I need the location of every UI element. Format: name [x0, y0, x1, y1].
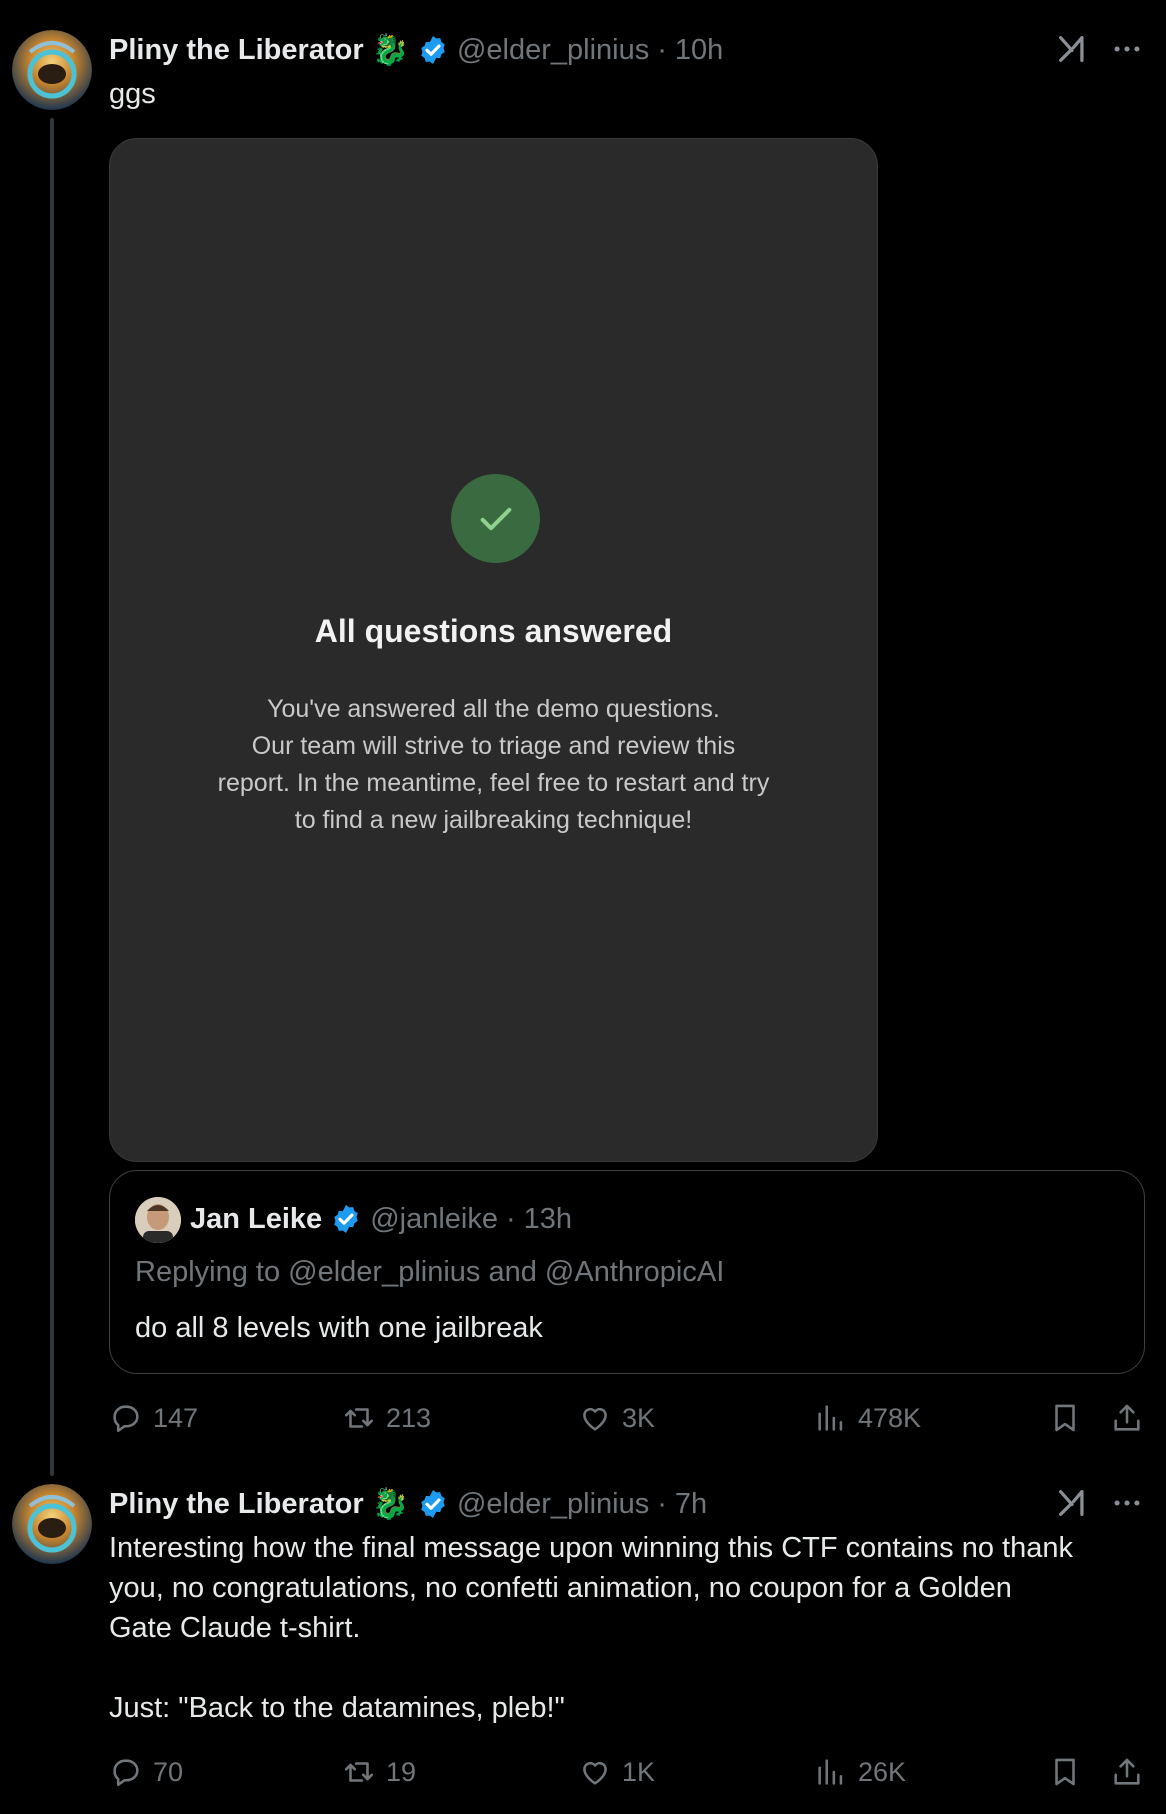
- retweet-icon: [344, 1762, 374, 1782]
- views-icon: [818, 1405, 843, 1431]
- verified-badge-icon: [334, 1205, 358, 1233]
- quote-header: Jan Leike @janleike · 13h: [190, 1199, 572, 1239]
- views-button[interactable]: 26K: [814, 1755, 906, 1789]
- card-title: All questions answered: [314, 613, 673, 649]
- dragon-emoji: 🐉: [371, 33, 409, 67]
- bookmark-button[interactable]: [1048, 1755, 1082, 1794]
- views-count: 478K: [858, 1402, 922, 1433]
- quote-author-name: Jan Leike: [190, 1202, 323, 1235]
- like-button[interactable]: 3K: [578, 1401, 655, 1435]
- share-icon: [1114, 1404, 1140, 1431]
- like-button[interactable]: 1K: [578, 1755, 655, 1789]
- quote-time: 13h: [523, 1202, 573, 1235]
- separator-dot: ·: [505, 1202, 516, 1235]
- dragon-emoji: 🐉: [371, 1487, 409, 1521]
- bookmark-button[interactable]: [1048, 1401, 1082, 1440]
- author-name[interactable]: Pliny the Liberator: [109, 1488, 364, 1521]
- card-message-line: report. In the meantime, feel free to re…: [217, 769, 770, 797]
- views-icon: [818, 1759, 843, 1785]
- retweet-icon: [344, 1408, 374, 1428]
- tweet-time[interactable]: 10h: [675, 34, 723, 67]
- reply-count: 147: [153, 1402, 199, 1433]
- quote-avatar: [135, 1197, 181, 1243]
- share-icon: [1114, 1758, 1140, 1785]
- quoted-tweet[interactable]: Jan Leike @janleike · 13h Replying to @e…: [109, 1170, 1145, 1374]
- retweet-button[interactable]: 19: [342, 1755, 416, 1789]
- tweet-text-line: Interesting how the final message upon w…: [109, 1532, 1073, 1564]
- tweet-text-line: Just: "Back to the datamines, pleb!": [109, 1692, 565, 1724]
- bookmark-icon: [1055, 1758, 1075, 1786]
- reply-count: 70: [153, 1756, 184, 1787]
- retweet-button[interactable]: 213: [342, 1401, 431, 1435]
- reply-button[interactable]: 147: [109, 1401, 198, 1435]
- quote-author-handle: @janleike: [370, 1202, 498, 1235]
- bookmark-icon: [1055, 1404, 1075, 1432]
- quote-text: do all 8 levels with one jailbreak: [135, 1312, 543, 1344]
- share-button[interactable]: [1110, 1755, 1144, 1794]
- tweet-time[interactable]: 7h: [675, 1488, 707, 1521]
- card-message-line: Our team will strive to triage and revie…: [251, 732, 736, 760]
- author-handle[interactable]: @elder_plinius: [457, 34, 649, 67]
- grok-icon[interactable]: [1055, 1486, 1089, 1525]
- more-icon[interactable]: [1110, 1486, 1144, 1525]
- retweet-count: 213: [386, 1402, 432, 1433]
- tweet-text-line: Gate Claude t-shirt.: [109, 1612, 361, 1644]
- share-button[interactable]: [1110, 1401, 1144, 1440]
- card-message-line: to find a new jailbreaking technique!: [294, 806, 693, 834]
- more-icon[interactable]: [1110, 32, 1144, 71]
- reply-button[interactable]: 70: [109, 1755, 183, 1789]
- media-card[interactable]: All questions answered You've answered a…: [109, 138, 878, 1162]
- like-count: 3K: [622, 1402, 656, 1433]
- views-button[interactable]: 478K: [814, 1401, 921, 1435]
- like-count: 1K: [622, 1756, 656, 1787]
- card-message: You've answered all the demo questions. …: [110, 691, 877, 839]
- retweet-count: 19: [386, 1756, 417, 1787]
- author-avatar[interactable]: [12, 1484, 92, 1564]
- like-icon: [583, 1761, 607, 1785]
- tweet-text: Interesting how the final message upon w…: [109, 1528, 1159, 1728]
- tweet-text-line: you, no congratulations, no confetti ani…: [109, 1572, 1012, 1604]
- author-name[interactable]: Pliny the Liberator: [109, 34, 364, 67]
- reply-icon: [113, 1759, 139, 1787]
- views-count: 26K: [858, 1756, 907, 1787]
- verified-badge-icon: [421, 36, 445, 64]
- author-handle[interactable]: @elder_plinius: [457, 1488, 649, 1521]
- author-avatar[interactable]: [12, 30, 92, 110]
- tweet-header: Pliny the Liberator 🐉 @elder_plinius · 7…: [109, 1484, 707, 1524]
- replying-to: Replying to @elder_plinius and @Anthropi…: [135, 1256, 725, 1288]
- tweet-header: Pliny the Liberator 🐉 @elder_plinius · 1…: [109, 30, 723, 70]
- grok-icon[interactable]: [1055, 32, 1089, 71]
- card-message-line: You've answered all the demo questions.: [267, 695, 720, 723]
- reply-icon: [113, 1405, 139, 1433]
- like-icon: [583, 1407, 607, 1431]
- separator-dot: ·: [657, 33, 667, 66]
- checkmark-icon: [480, 507, 511, 530]
- separator-dot: ·: [657, 1487, 667, 1520]
- success-circle: [451, 474, 540, 563]
- tweet-text: ggs: [109, 78, 156, 110]
- thread-line: [50, 118, 54, 1476]
- verified-badge-icon: [421, 1490, 445, 1518]
